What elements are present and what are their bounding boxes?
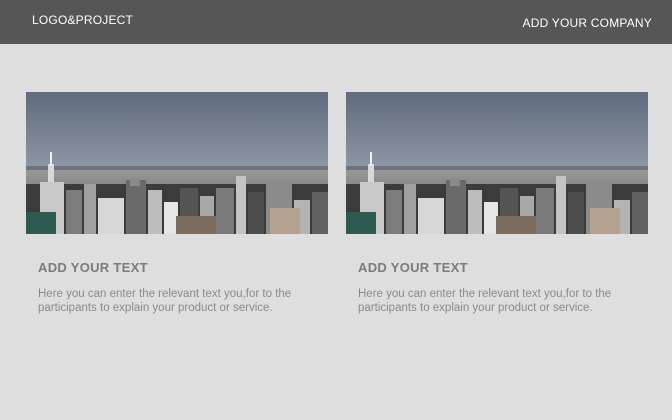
card-body-text: Here you can enter the relevant text you…	[38, 288, 292, 314]
city-skyline-photo	[346, 92, 648, 234]
content-card-right: ADD YOUR TEXT Here you can enter the rel…	[346, 92, 648, 314]
city-skyline-image	[26, 92, 328, 234]
logo-text: LOGO&PROJECT	[32, 13, 134, 27]
city-skyline-photo	[26, 92, 328, 234]
top-bar: LOGO&PROJECT ADD YOUR COMPANY	[0, 0, 672, 44]
company-text: ADD YOUR COMPANY	[522, 16, 652, 30]
card-title: ADD YOUR TEXT	[358, 260, 468, 275]
city-skyline-image	[346, 92, 648, 234]
content-card-left: ADD YOUR TEXT Here you can enter the rel…	[26, 92, 328, 314]
card-title: ADD YOUR TEXT	[38, 260, 148, 275]
card-body-text: Here you can enter the relevant text you…	[358, 288, 612, 314]
